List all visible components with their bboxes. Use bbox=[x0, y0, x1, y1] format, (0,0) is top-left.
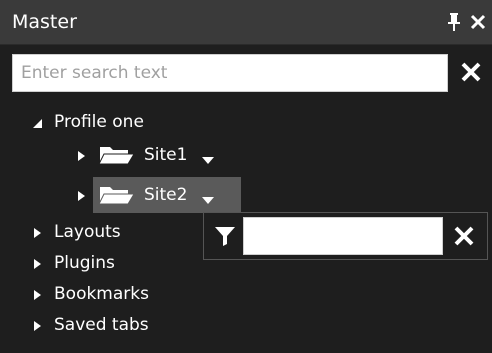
panel-title: Master bbox=[12, 11, 77, 33]
tree-item-label: Layouts bbox=[54, 222, 121, 242]
folder-icon bbox=[98, 143, 136, 167]
tree-item-plugins[interactable]: Plugins bbox=[32, 249, 115, 277]
collapsed-triangle-icon[interactable] bbox=[76, 188, 86, 202]
collapsed-triangle-icon[interactable] bbox=[32, 256, 42, 270]
collapsed-triangle-icon[interactable] bbox=[32, 225, 42, 239]
filter-input[interactable] bbox=[244, 218, 442, 254]
tree-item-label: Bookmarks bbox=[54, 284, 149, 304]
chevron-down-icon[interactable] bbox=[201, 150, 215, 164]
filter-field[interactable] bbox=[243, 217, 443, 255]
close-icon bbox=[461, 62, 481, 82]
tree-item-layouts[interactable]: Layouts bbox=[32, 218, 121, 246]
clear-filter-button[interactable] bbox=[453, 225, 475, 247]
tree-item-saved-tabs[interactable]: Saved tabs bbox=[32, 311, 149, 339]
tree-item-label: Site2 bbox=[144, 185, 188, 205]
filter-popup bbox=[203, 212, 488, 260]
close-icon bbox=[470, 14, 486, 30]
collapsed-triangle-icon[interactable] bbox=[32, 318, 42, 332]
expanded-triangle-icon[interactable] bbox=[32, 115, 42, 129]
pin-icon[interactable] bbox=[446, 12, 462, 32]
tree-item-site1[interactable]: Site1 bbox=[76, 141, 215, 169]
tree-item-label: Site1 bbox=[144, 145, 188, 165]
collapsed-triangle-icon[interactable] bbox=[32, 287, 42, 301]
tree-item-profile-one[interactable]: Profile one bbox=[32, 108, 144, 136]
tree-item-label: Plugins bbox=[54, 253, 115, 273]
collapsed-triangle-icon[interactable] bbox=[76, 148, 86, 162]
clear-search-button[interactable] bbox=[460, 61, 482, 83]
filter-icon[interactable] bbox=[214, 225, 236, 247]
chevron-down-icon[interactable] bbox=[201, 190, 215, 204]
search-input[interactable] bbox=[13, 55, 447, 91]
close-panel-button[interactable] bbox=[469, 12, 487, 32]
panel-titlebar: Master bbox=[0, 0, 492, 45]
tree-item-label: Profile one bbox=[54, 112, 144, 132]
tree-item-site2[interactable]: Site2 bbox=[76, 181, 215, 209]
tree-item-label: Saved tabs bbox=[54, 315, 149, 335]
folder-icon bbox=[98, 183, 136, 207]
search-field[interactable] bbox=[12, 54, 448, 92]
close-icon bbox=[454, 226, 474, 246]
tree-item-bookmarks[interactable]: Bookmarks bbox=[32, 280, 149, 308]
master-panel: Master Profile one bbox=[0, 0, 492, 353]
